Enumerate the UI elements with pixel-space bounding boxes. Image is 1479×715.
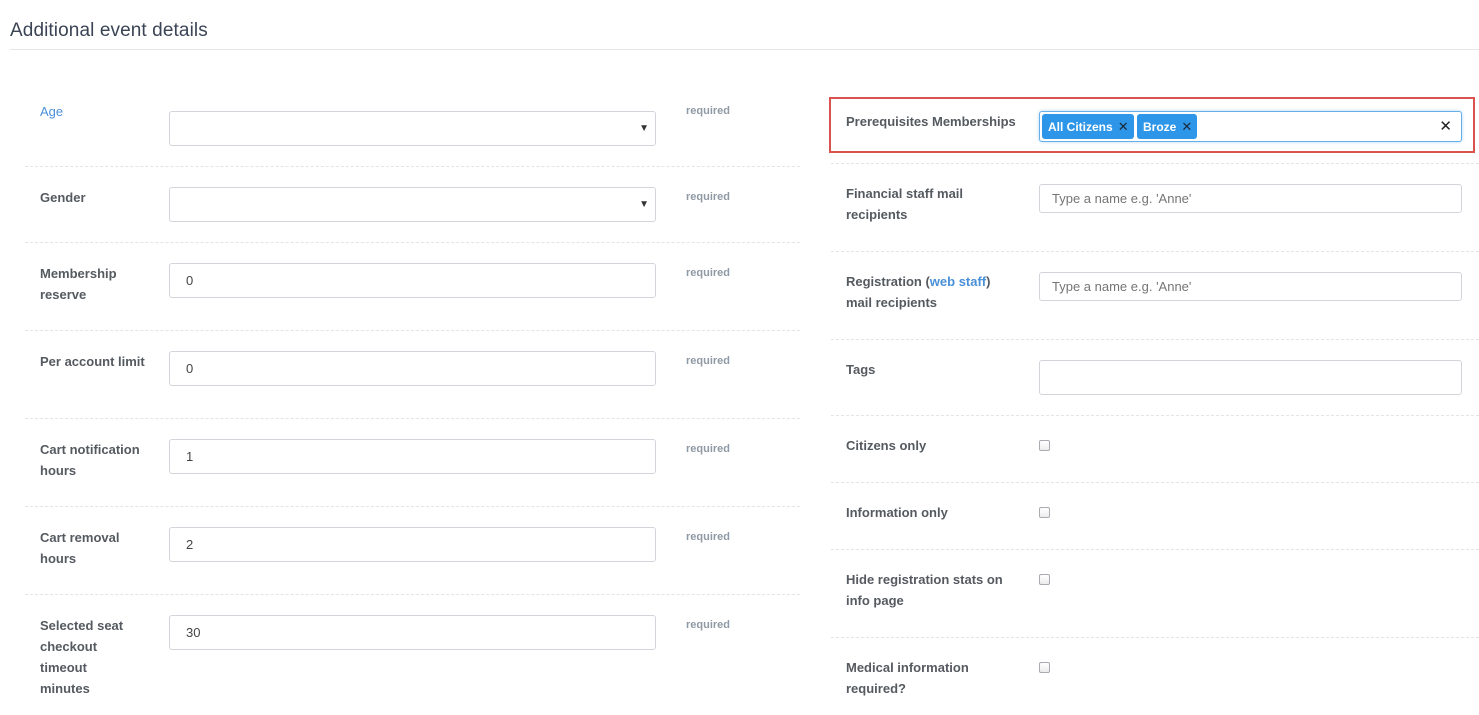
cart-notification-label: Cart notification hours <box>40 442 140 478</box>
gender-required-hint: required <box>686 191 731 203</box>
gender-select[interactable]: ▼ <box>169 187 656 222</box>
seat-timeout-required-hint: required <box>686 619 731 631</box>
hide-stats-checkbox[interactable] <box>1039 574 1050 585</box>
hide-stats-label: Hide registration stats on info page <box>846 572 1003 608</box>
cart-removal-required-hint: required <box>686 531 731 543</box>
membership-reserve-required-hint: required <box>686 267 731 279</box>
clear-all-icon[interactable]: ✕ <box>1439 115 1452 138</box>
financial-staff-input[interactable] <box>1039 184 1462 213</box>
cart-removal-row: Cart removal hours 2 required <box>25 507 800 595</box>
tags-input[interactable] <box>1039 360 1462 395</box>
tag-all-citizens: All Citizens ✕ <box>1042 114 1134 139</box>
age-select[interactable]: ▼ <box>169 111 656 146</box>
seat-timeout-row: Selected seat checkout timeout minutes 3… <box>25 595 800 715</box>
section-title: Additional event details <box>10 20 208 41</box>
tags-label: Tags <box>846 362 876 377</box>
seat-timeout-label: Selected seat checkout timeout minutes <box>40 618 124 696</box>
per-account-limit-row: Per account limit 0 required <box>25 331 800 419</box>
citizens-only-row: Citizens only <box>831 416 1479 483</box>
tag-label: All Citizens <box>1048 120 1113 134</box>
caret-down-icon: ▼ <box>639 123 649 134</box>
financial-staff-row: Financial staff mail recipients <box>831 164 1479 252</box>
medical-info-checkbox[interactable] <box>1039 662 1050 673</box>
gender-row: Gender ▼ required <box>25 167 800 243</box>
financial-staff-label: Financial staff mail recipients <box>846 186 964 222</box>
information-only-checkbox[interactable] <box>1039 507 1050 518</box>
hide-stats-row: Hide registration stats on info page <box>831 550 1479 638</box>
citizens-only-label: Citizens only <box>846 438 927 453</box>
cart-removal-input[interactable]: 2 <box>169 527 656 562</box>
registration-label: Registration (web staff) mail recipients <box>846 271 1026 313</box>
gender-label: Gender <box>40 190 86 205</box>
per-account-limit-required-hint: required <box>686 355 731 367</box>
membership-reserve-input[interactable]: 0 <box>169 263 656 298</box>
cart-notification-input[interactable]: 1 <box>169 439 656 474</box>
close-icon[interactable]: ✕ <box>1118 114 1129 139</box>
age-label[interactable]: Age <box>40 101 155 122</box>
section-divider <box>10 49 1479 50</box>
age-required-hint: required <box>686 105 731 117</box>
registration-label-line2: mail recipients <box>846 295 938 310</box>
close-icon[interactable]: ✕ <box>1181 114 1192 139</box>
membership-reserve-row: Membership reserve 0 required <box>25 243 800 331</box>
prerequisites-multiselect[interactable]: All Citizens ✕ Broze ✕ ✕ <box>1039 111 1462 142</box>
caret-down-icon: ▼ <box>639 199 649 210</box>
tag-broze: Broze ✕ <box>1137 114 1198 139</box>
tag-label: Broze <box>1143 120 1177 134</box>
per-account-limit-label: Per account limit <box>40 354 145 369</box>
cart-notification-required-hint: required <box>686 443 731 455</box>
registration-input[interactable] <box>1039 272 1462 301</box>
age-row: Age ▼ required <box>25 91 800 167</box>
cart-notification-row: Cart notification hours 1 required <box>25 419 800 507</box>
seat-timeout-input[interactable]: 30 <box>169 615 656 650</box>
citizens-only-checkbox[interactable] <box>1039 440 1050 451</box>
information-only-label: Information only <box>846 505 948 520</box>
per-account-limit-input[interactable]: 0 <box>169 351 656 386</box>
information-only-row: Information only <box>831 483 1479 550</box>
medical-info-row: Medical information required? <box>831 638 1479 715</box>
registration-row: Registration (web staff) mail recipients <box>831 252 1479 340</box>
tags-row: Tags <box>831 340 1479 416</box>
membership-reserve-label: Membership reserve <box>40 266 117 302</box>
web-staff-link[interactable]: web staff <box>930 274 986 289</box>
registration-label-suffix: ) <box>986 274 991 289</box>
medical-info-label: Medical information required? <box>846 660 969 696</box>
cart-removal-label: Cart removal hours <box>40 530 120 566</box>
registration-label-prefix: Registration ( <box>846 274 930 289</box>
